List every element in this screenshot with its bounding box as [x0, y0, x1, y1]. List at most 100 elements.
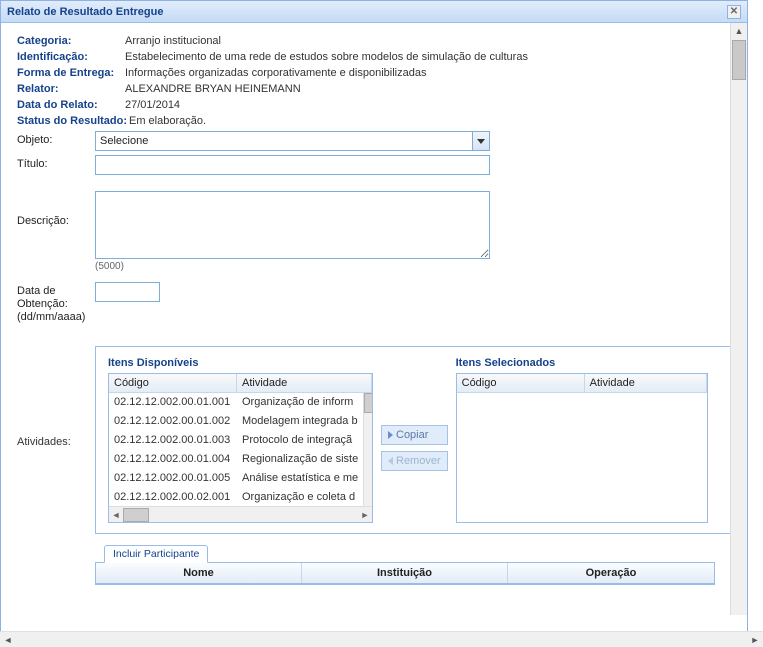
window-title: Relato de Resultado Entregue [7, 1, 163, 23]
scrollbar-thumb[interactable] [364, 393, 372, 413]
categoria-value: Arranjo institucional [125, 35, 221, 47]
atividades-label: Atividades: [17, 346, 95, 534]
titlebar: Relato de Resultado Entregue ✕ [1, 1, 747, 23]
available-title: Itens Disponíveis [108, 357, 373, 369]
col-atividade[interactable]: Atividade [237, 374, 372, 392]
col-codigo[interactable]: Código [109, 374, 237, 392]
window-vertical-scrollbar[interactable]: ▲ [730, 23, 747, 615]
participants-header: Nome Instituição Operação [96, 563, 714, 584]
col-nome[interactable]: Nome [96, 563, 302, 583]
available-panel: Itens Disponíveis Código Atividade 02.12… [108, 357, 373, 523]
data-label: Data do Relato: [17, 99, 125, 111]
remover-button[interactable]: Remover [381, 451, 448, 471]
descricao-label: Descrição: [17, 191, 95, 227]
cell-codigo: 02.12.12.002.00.01.005 [109, 469, 237, 488]
identificacao-value: Estabelecimento de uma rede de estudos s… [125, 51, 528, 63]
outer-scroll-right-icon[interactable]: ► [747, 633, 763, 647]
data-obt-l1: Data de [17, 285, 56, 297]
table-row[interactable]: 02.12.12.002.00.02.001Organização e cole… [109, 488, 363, 506]
arrow-left-icon [388, 457, 393, 465]
objeto-value: Selecione [96, 132, 472, 150]
scroll-left-icon[interactable]: ◄ [109, 508, 123, 522]
selected-grid-header: Código Atividade [457, 374, 707, 393]
selected-rows [457, 393, 707, 522]
h-scrollbar-thumb[interactable] [123, 508, 149, 522]
titulo-label: Título: [17, 155, 95, 170]
identificacao-label: Identificação: [17, 51, 125, 63]
cell-atividade: Protocolo de integraçã [237, 431, 363, 450]
cell-atividade: Organização de inform [237, 393, 363, 412]
activities-block: Atividades: Itens Disponíveis Código Ati… [17, 346, 731, 534]
table-row[interactable]: 02.12.12.002.00.01.002Modelagem integrad… [109, 412, 363, 431]
data-obt-l3: (dd/mm/aaaa) [17, 311, 85, 323]
descricao-textarea[interactable] [95, 191, 490, 259]
forma-value: Informações organizadas corporativamente… [125, 67, 426, 79]
selected-grid-body [457, 393, 707, 522]
row-data: Data do Relato: 27/01/2014 [17, 99, 731, 111]
copiar-button[interactable]: Copiar [381, 425, 448, 445]
data-value: 27/01/2014 [125, 99, 180, 111]
col-instituicao[interactable]: Instituição [302, 563, 508, 583]
data-obtencao-input[interactable] [95, 282, 160, 302]
row-objeto: Objeto: Selecione [17, 131, 731, 151]
outer-scroll-left-icon[interactable]: ◄ [0, 633, 16, 647]
categoria-label: Categoria: [17, 35, 125, 47]
available-grid-header: Código Atividade [109, 374, 372, 393]
row-categoria: Categoria: Arranjo institucional [17, 35, 731, 47]
vertical-scrollbar[interactable] [363, 393, 372, 506]
selected-grid: Código Atividade [456, 373, 708, 523]
row-descricao: Descrição: [17, 191, 731, 259]
incluir-participante-tab[interactable]: Incluir Participante [104, 545, 208, 563]
participants-panel: Incluir Participante Nome Instituição Op… [95, 562, 715, 585]
dialog-window: Relato de Resultado Entregue ✕ Categoria… [0, 0, 748, 632]
cell-atividade: Análise estatística e me [237, 469, 363, 488]
chevron-down-icon[interactable] [472, 132, 489, 150]
horizontal-scrollbar[interactable]: ◄ ► [109, 506, 372, 522]
selected-panel: Itens Selecionados Código Atividade [456, 357, 708, 523]
available-grid: Código Atividade 02.12.12.002.00.01.001O… [108, 373, 373, 523]
row-relator: Relator: ALEXANDRE BRYAN HEINEMANN [17, 83, 731, 95]
data-obtencao-label: Data de Obtenção: (dd/mm/aaaa) [17, 282, 95, 324]
table-row[interactable]: 02.12.12.002.00.01.004Regionalização de … [109, 450, 363, 469]
arrow-right-icon [388, 431, 393, 439]
cell-atividade: Organização e coleta d [237, 488, 363, 506]
row-forma: Forma de Entrega: Informações organizada… [17, 67, 731, 79]
table-row[interactable]: 02.12.12.002.00.01.005Análise estatístic… [109, 469, 363, 488]
scroll-up-icon[interactable]: ▲ [731, 23, 747, 39]
col-operacao[interactable]: Operação [508, 563, 714, 583]
copiar-label: Copiar [396, 429, 428, 441]
row-identificacao: Identificação: Estabelecimento de uma re… [17, 51, 731, 63]
cell-codigo: 02.12.12.002.00.01.002 [109, 412, 237, 431]
row-data-obtencao: Data de Obtenção: (dd/mm/aaaa) [17, 282, 731, 324]
selected-title: Itens Selecionados [456, 357, 708, 369]
col-codigo-sel[interactable]: Código [457, 374, 585, 392]
table-row[interactable]: 02.12.12.002.00.01.001Organização de inf… [109, 393, 363, 412]
status-label: Status do Resultado: [17, 115, 129, 127]
available-rows: 02.12.12.002.00.01.001Organização de inf… [109, 393, 363, 506]
forma-label: Forma de Entrega: [17, 67, 125, 79]
available-grid-body: 02.12.12.002.00.01.001Organização de inf… [109, 393, 372, 506]
cell-codigo: 02.12.12.002.00.01.004 [109, 450, 237, 469]
lists-wrap: Itens Disponíveis Código Atividade 02.12… [95, 346, 731, 534]
cell-codigo: 02.12.12.002.00.01.003 [109, 431, 237, 450]
relator-label: Relator: [17, 83, 125, 95]
col-atividade-sel[interactable]: Atividade [585, 374, 707, 392]
row-titulo: Título: [17, 155, 731, 175]
transfer-buttons: Copiar Remover [381, 357, 448, 471]
titulo-input[interactable] [95, 155, 490, 175]
cell-atividade: Regionalização de siste [237, 450, 363, 469]
objeto-label: Objeto: [17, 131, 95, 146]
objeto-select[interactable]: Selecione [95, 131, 490, 151]
status-value: Em elaboração. [129, 115, 206, 127]
close-icon[interactable]: ✕ [727, 5, 741, 19]
char-count: (5000) [95, 261, 731, 272]
table-row[interactable]: 02.12.12.002.00.01.003Protocolo de integ… [109, 431, 363, 450]
data-obt-l2: Obtenção: [17, 298, 68, 310]
window-vscroll-thumb[interactable] [732, 40, 746, 80]
relator-value: ALEXANDRE BRYAN HEINEMANN [125, 83, 301, 95]
row-status: Status do Resultado: Em elaboração. [17, 115, 731, 127]
outer-horizontal-scrollbar[interactable]: ◄ ► [0, 631, 763, 647]
cell-codigo: 02.12.12.002.00.02.001 [109, 488, 237, 506]
cell-codigo: 02.12.12.002.00.01.001 [109, 393, 237, 412]
scroll-right-icon[interactable]: ► [358, 508, 372, 522]
